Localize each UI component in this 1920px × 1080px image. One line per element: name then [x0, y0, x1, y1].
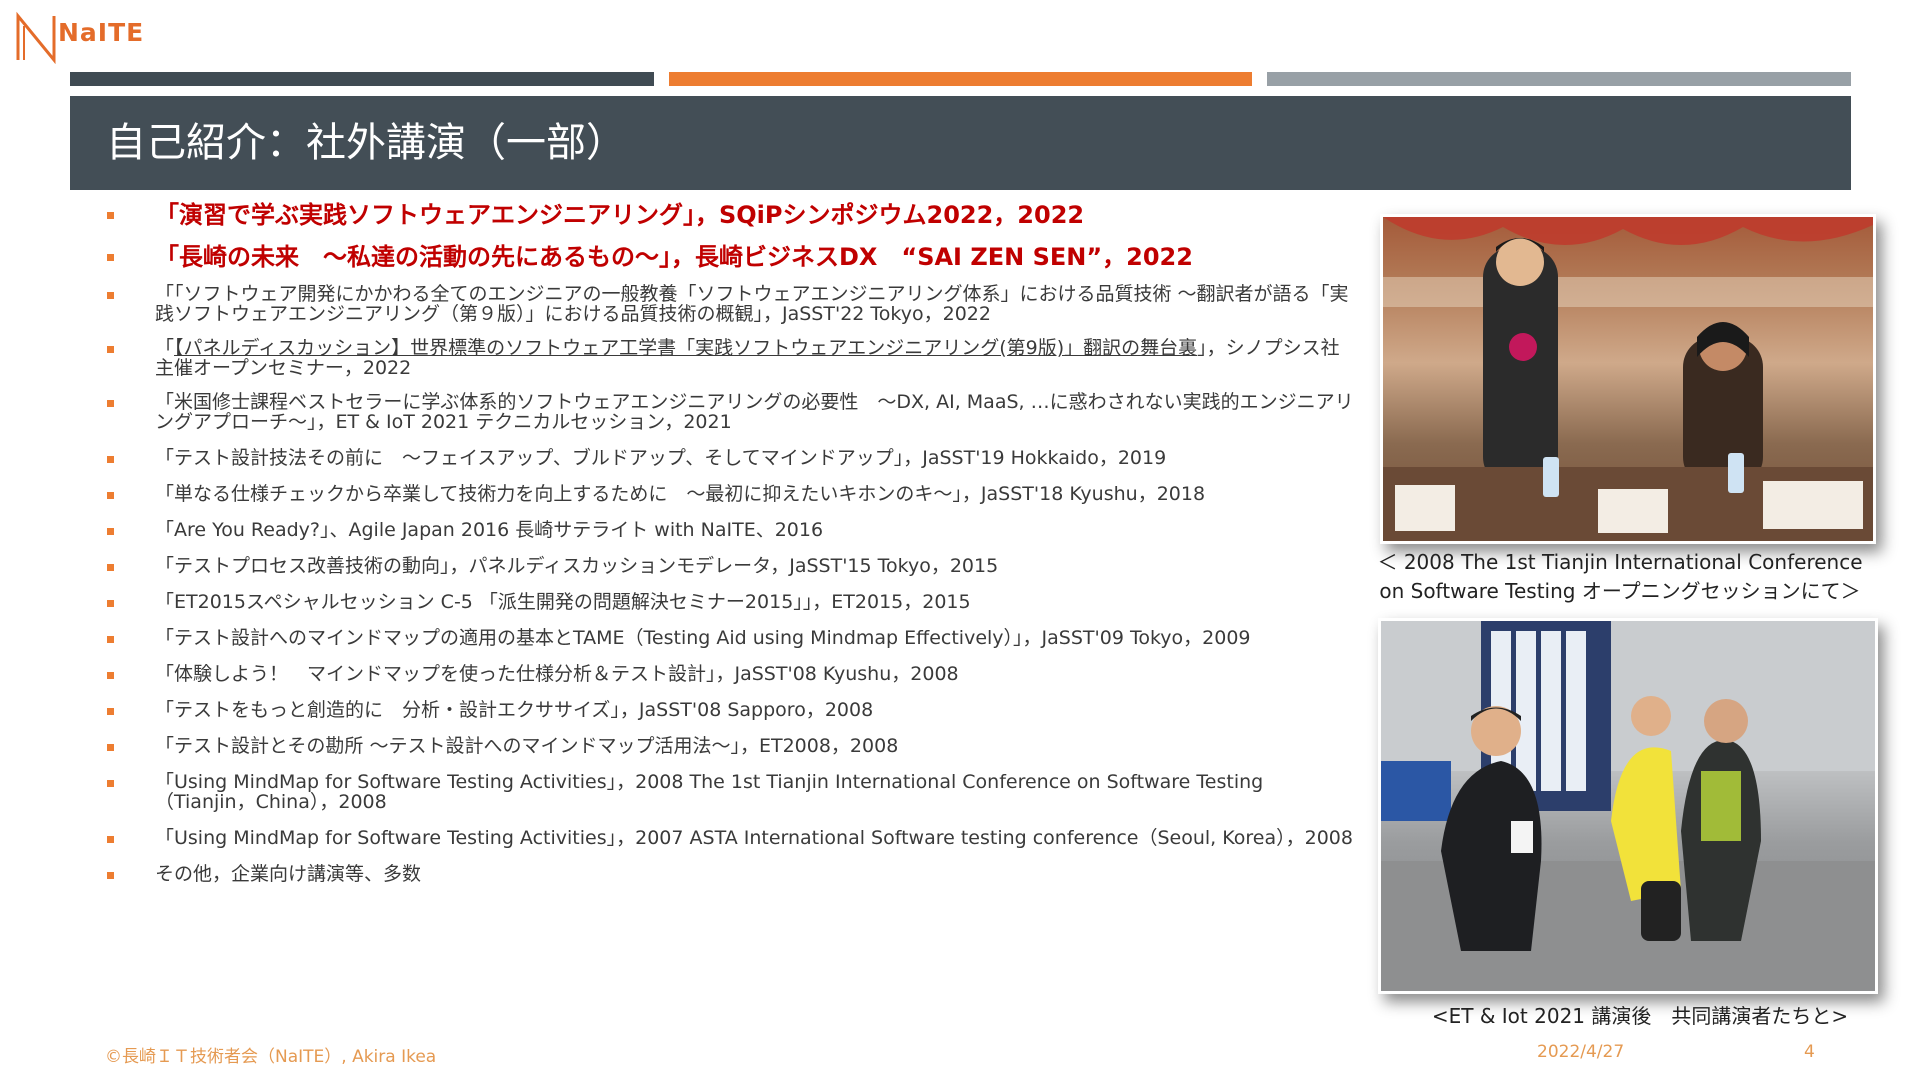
list-item: 「単なる仕様チェックから卒業して技術力を向上するために ～最初に抑えたいキホンの…: [105, 484, 1355, 504]
list-item: 「テストプロセス改善技術の動向」，パネルディスカッションモデレータ，JaSST'…: [105, 556, 1355, 576]
list-item: 「テスト設計とその勘所 ～テスト設計へのマインドマップ活用法～」，ET2008，…: [105, 736, 1355, 756]
list-item: 「【パネルディスカッション】世界標準のソフトウェア工学書「実践ソフトウェアエンジ…: [105, 338, 1355, 378]
list-item: 「テストをもっと創造的に 分析・設計エクササイズ」，JaSST'08 Sappo…: [105, 700, 1355, 720]
logo-text: NaITE: [58, 17, 145, 47]
naite-logo-icon: [16, 11, 56, 64]
list-item: 「体験しよう！ マインドマップを使った仕様分析＆テスト設計」，JaSST'08 …: [105, 664, 1355, 684]
list-item: 「演習で学ぶ実践ソフトウェアエンジニアリング」，SQiPシンポジウム2022，2…: [105, 200, 1355, 230]
naite-logo: NaITE: [14, 10, 144, 64]
footer-date: 2022/4/27: [1537, 1042, 1625, 1062]
list-item: 「長崎の未来 ～私達の活動の先にあるもの～」，長崎ビジネスDX “SAI ZEN…: [105, 242, 1355, 272]
group-photo-2021: [1378, 618, 1878, 994]
title-band: 自己紹介：社外講演（一部）: [70, 96, 1851, 190]
list-item: 「テスト設計技法その前に ～フェイスアップ、ブルドアップ、そしてマインドアップ」…: [105, 448, 1355, 468]
list-item: 「Using MindMap for Software Testing Acti…: [105, 828, 1355, 848]
talk-list: 「演習で学ぶ実践ソフトウェアエンジニアリング」，SQiPシンポジウム2022，2…: [105, 200, 1355, 884]
footer-copyright: ©長崎ＩＴ技術者会（NaITE）, Akira Ikea: [105, 1047, 437, 1067]
list-item: 「米国修士課程ベストセラーに学ぶ体系的ソフトウェアエンジニアリングの必要性 ～D…: [105, 392, 1355, 432]
list-item: 「Are You Ready?」、Agile Japan 2016 長崎サテライ…: [105, 520, 1355, 540]
header-bar-gray: [1267, 72, 1851, 86]
photo-caption-2008-line1: ＜ 2008 The 1st Tianjin International Con…: [1377, 550, 1863, 574]
list-item-underlined: 【パネルディスカッション】世界標準のソフトウェア工学書「実践ソフトウェアエンジニ…: [174, 337, 1198, 359]
conference-photo-2008-art: [1383, 217, 1873, 541]
slide-title: 自己紹介：社外講演（一部）: [106, 120, 626, 166]
list-item-prefix: 「: [155, 337, 175, 359]
photo-caption-2008-line2: on Software Testing オープニングセッションにて＞: [1379, 579, 1861, 603]
header-bar-orange: [669, 72, 1252, 86]
page-number: 4: [1804, 1042, 1815, 1062]
list-item: その他，企業向け講演等、多数: [105, 864, 1355, 884]
list-item: 「Using MindMap for Software Testing Acti…: [105, 772, 1355, 812]
list-item: 「「ソフトウェア開発にかかわる全てのエンジニアの一般教養「ソフトウェアエンジニア…: [105, 284, 1355, 324]
conference-photo-2008: [1380, 214, 1876, 544]
photo-caption-2021: <ET & Iot 2021 講演後 共同講演者たちと>: [1431, 1004, 1849, 1028]
list-item: 「ET2015スペシャルセッション C-5 「派生開発の問題解決セミナー2015…: [105, 592, 1355, 612]
list-item: 「テスト設計へのマインドマップの適用の基本とTAME（Testing Aid u…: [105, 628, 1355, 648]
group-photo-2021-art: [1381, 621, 1875, 991]
header-bar-dark: [70, 72, 654, 86]
